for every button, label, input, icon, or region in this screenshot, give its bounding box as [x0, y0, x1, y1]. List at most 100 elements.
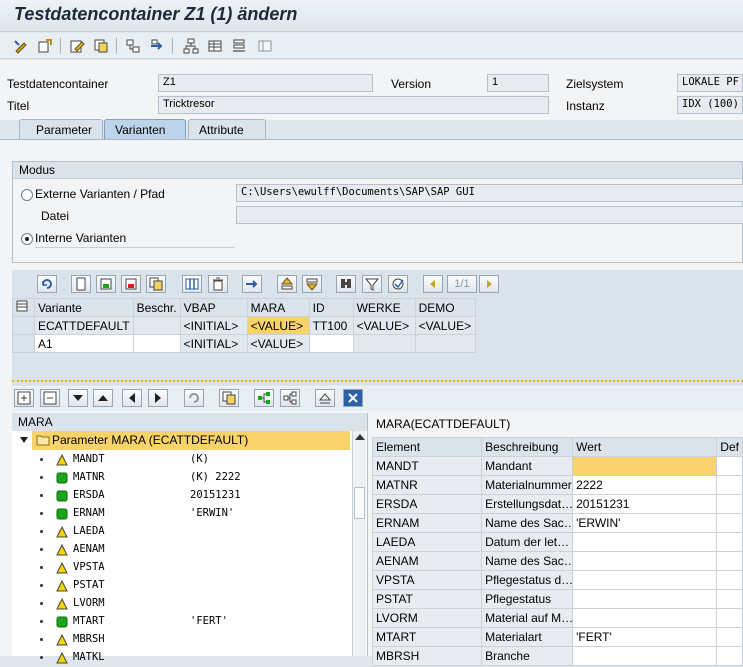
cell-mara[interactable]: <VALUE> — [246, 316, 310, 335]
tree-root-node[interactable]: Parameter MARA (ECATTDEFAULT) — [32, 431, 350, 450]
cell-wert[interactable] — [572, 532, 718, 552]
col-werke[interactable]: WERKE — [352, 298, 416, 317]
columns-icon[interactable] — [182, 275, 202, 293]
cell-wert[interactable] — [572, 570, 718, 590]
cell-wert[interactable]: 2222 — [572, 475, 718, 495]
cell-beschr[interactable] — [132, 334, 181, 353]
filter-icon[interactable] — [362, 275, 382, 293]
tab-attribute[interactable]: Attribute — [188, 119, 266, 139]
vertical-scrollbar[interactable] — [352, 431, 366, 656]
cell-wert[interactable] — [572, 646, 718, 666]
cell-wert[interactable] — [572, 456, 718, 476]
move-right-icon[interactable] — [148, 389, 168, 407]
cell-wert[interactable]: 'ERWIN' — [572, 513, 718, 533]
col-beschreibung[interactable]: Beschreibung — [481, 437, 574, 457]
cell-demo[interactable]: <VALUE> — [414, 316, 476, 335]
collapse-all-icon[interactable] — [40, 389, 60, 407]
new-row-icon[interactable] — [71, 275, 91, 293]
sort-desc-icon[interactable] — [302, 275, 322, 293]
scroll-thumb[interactable] — [354, 487, 365, 519]
find-icon[interactable] — [336, 275, 356, 293]
col-demo[interactable]: DEMO — [414, 298, 476, 317]
copy-row-icon[interactable] — [146, 275, 166, 293]
structure-icon[interactable] — [182, 37, 200, 55]
copy-tree-icon[interactable] — [219, 389, 239, 407]
up-level-icon[interactable] — [315, 389, 335, 407]
tree-item[interactable]: LAEDA — [12, 523, 352, 541]
tree-item[interactable]: MBRSH — [12, 631, 352, 649]
move-up-icon[interactable] — [93, 389, 113, 407]
tree-item[interactable]: MTART 'FERT' — [12, 613, 352, 631]
row-selector[interactable] — [12, 334, 35, 353]
col-vbap[interactable]: VBAP — [179, 298, 248, 317]
col-id[interactable]: ID — [308, 298, 354, 317]
cell-vbap[interactable]: <INITIAL> — [179, 316, 248, 335]
prev-page-icon[interactable] — [423, 275, 443, 293]
close-icon[interactable] — [343, 389, 363, 407]
col-mara[interactable]: MARA — [246, 298, 310, 317]
cell-werke[interactable]: <VALUE> — [352, 316, 416, 335]
zielsystem-field[interactable]: LOKALE PF — [677, 74, 743, 92]
move-down-icon[interactable] — [68, 389, 88, 407]
datei-field[interactable] — [236, 206, 743, 224]
navigate-icon[interactable] — [148, 37, 166, 55]
col-variante[interactable]: Variante — [34, 298, 134, 317]
cell-def[interactable] — [716, 475, 743, 495]
scroll-up-icon[interactable] — [355, 434, 365, 440]
col-def[interactable]: Def — [716, 437, 743, 457]
cell-def[interactable] — [716, 456, 743, 476]
row-selector[interactable] — [12, 316, 35, 335]
tab-parameter[interactable]: Parameter — [19, 119, 103, 139]
tree-item[interactable]: AENAM — [12, 541, 352, 559]
move-left-icon[interactable] — [122, 389, 142, 407]
cell-def[interactable] — [716, 608, 743, 628]
cell-def[interactable] — [716, 627, 743, 647]
tree-item[interactable]: VPSTA — [12, 559, 352, 577]
col-wert[interactable]: Wert — [572, 437, 718, 457]
append-row-icon[interactable] — [96, 275, 116, 293]
cell-wert[interactable]: 20151231 — [572, 494, 718, 514]
edit-icon[interactable] — [68, 37, 86, 55]
cell-beschr[interactable] — [132, 316, 181, 335]
cell-wert[interactable]: 'FERT' — [572, 627, 718, 647]
cell-variante[interactable]: ECATTDEFAULT — [34, 316, 134, 335]
table-icon[interactable] — [206, 37, 224, 55]
cell-vbap[interactable]: <INITIAL> — [179, 334, 248, 353]
copy-document-icon[interactable] — [92, 37, 110, 55]
cell-variante[interactable]: A1 — [34, 334, 134, 353]
expand-all-icon[interactable] — [14, 389, 34, 407]
layout-icon[interactable] — [256, 37, 274, 55]
titel-field[interactable]: Tricktresor — [158, 96, 549, 114]
tree-expand-icon[interactable] — [254, 389, 274, 407]
version-field[interactable]: 1 — [487, 74, 549, 92]
refresh-tree-icon[interactable] — [184, 389, 204, 407]
cell-def[interactable] — [716, 513, 743, 533]
tree-item[interactable]: MANDT (K) — [12, 451, 352, 469]
cell-wert[interactable] — [572, 589, 718, 609]
cell-def[interactable] — [716, 551, 743, 571]
tree-item[interactable]: MATNR (K) 2222 — [12, 469, 352, 487]
cell-mara[interactable]: <VALUE> — [246, 334, 310, 353]
transfer-icon[interactable] — [242, 275, 262, 293]
cell-wert[interactable] — [572, 551, 718, 571]
tree-collapse-icon[interactable] — [280, 389, 300, 407]
tree-item[interactable]: ERSDA 20151231 — [12, 487, 352, 505]
container-field[interactable]: Z1 — [158, 74, 373, 92]
row-select-header[interactable] — [12, 298, 35, 317]
trash-icon[interactable] — [208, 275, 228, 293]
tree-item[interactable]: PSTAT — [12, 577, 352, 595]
tree-item[interactable]: ERNAM 'ERWIN' — [12, 505, 352, 523]
cell-def[interactable] — [716, 589, 743, 609]
splitter[interactable] — [12, 380, 743, 386]
cell-demo[interactable] — [414, 334, 476, 353]
stack-icon[interactable] — [230, 37, 248, 55]
cell-id[interactable]: TT100 — [308, 316, 354, 335]
next-page-icon[interactable] — [479, 275, 499, 293]
radio-externe-varianten[interactable] — [21, 189, 33, 201]
col-beschr[interactable]: Beschr. — [132, 298, 181, 317]
other-object-icon[interactable] — [36, 37, 54, 55]
refresh-icon[interactable] — [37, 275, 57, 293]
instanz-field[interactable]: IDX (100) — [677, 96, 743, 114]
tab-varianten[interactable]: Varianten — [104, 119, 186, 139]
cell-id[interactable] — [308, 334, 354, 353]
